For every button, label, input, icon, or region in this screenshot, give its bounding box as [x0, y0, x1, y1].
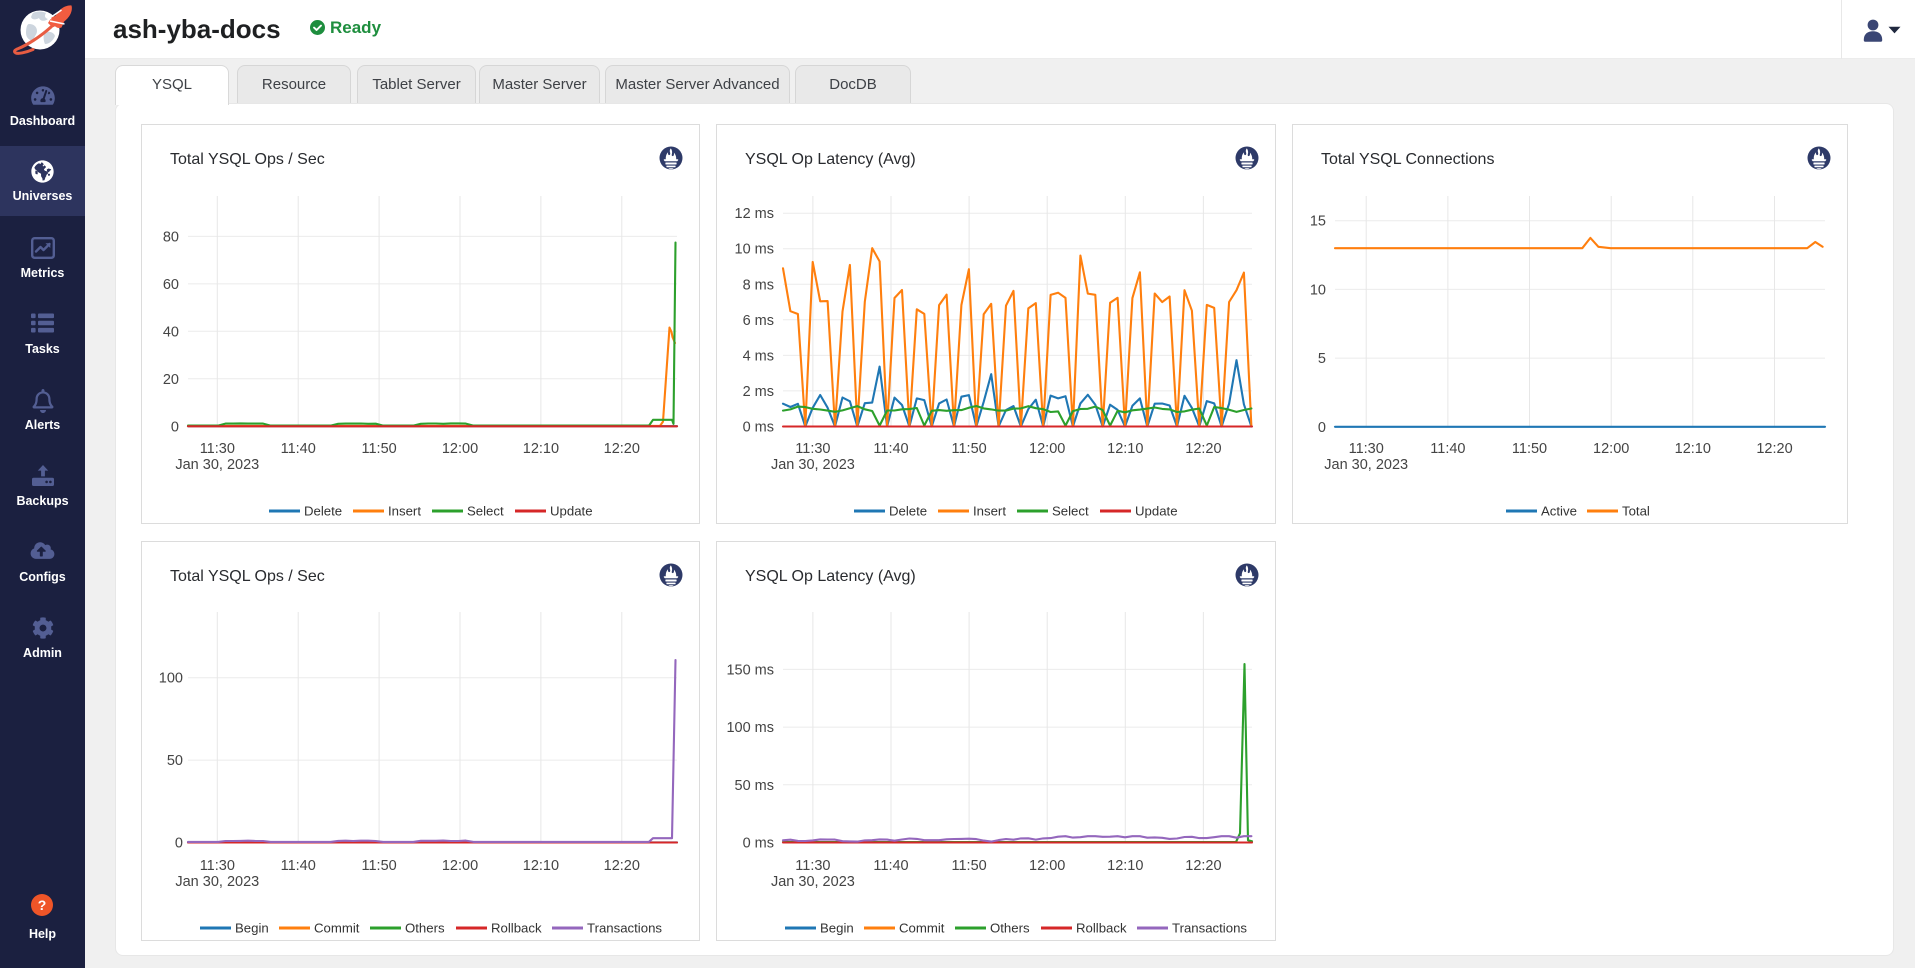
- svg-text:12:20: 12:20: [1756, 441, 1792, 457]
- svg-text:8 ms: 8 ms: [743, 277, 774, 293]
- svg-text:11:40: 11:40: [1430, 441, 1465, 457]
- svg-text:12:10: 12:10: [1107, 441, 1143, 457]
- svg-text:0 ms: 0 ms: [743, 836, 774, 852]
- svg-text:2 ms: 2 ms: [743, 384, 774, 400]
- svg-text:150 ms: 150 ms: [726, 662, 774, 678]
- svg-text:Insert: Insert: [973, 504, 1006, 519]
- svg-text:11:30: 11:30: [200, 441, 235, 457]
- svg-text:4 ms: 4 ms: [743, 348, 774, 364]
- svg-text:0: 0: [175, 836, 183, 852]
- svg-text:80: 80: [163, 229, 179, 245]
- svg-text:12:10: 12:10: [523, 858, 559, 874]
- svg-text:Transactions: Transactions: [587, 921, 662, 936]
- svg-text:Total: Total: [1622, 504, 1650, 519]
- svg-text:Others: Others: [990, 921, 1030, 936]
- svg-text:Select: Select: [467, 504, 504, 519]
- svg-text:?: ?: [38, 897, 47, 913]
- svg-text:Jan 30, 2023: Jan 30, 2023: [771, 457, 855, 473]
- svg-text:Delete: Delete: [304, 504, 342, 519]
- svg-text:11:40: 11:40: [281, 441, 316, 457]
- svg-text:60: 60: [163, 277, 179, 293]
- svg-text:6 ms: 6 ms: [743, 313, 774, 329]
- svg-text:11:50: 11:50: [361, 858, 396, 874]
- svg-text:11:50: 11:50: [1512, 441, 1547, 457]
- svg-text:Jan 30, 2023: Jan 30, 2023: [175, 874, 259, 890]
- svg-text:Begin: Begin: [820, 921, 854, 936]
- svg-text:12:20: 12:20: [604, 441, 640, 457]
- svg-text:Select: Select: [1052, 504, 1089, 519]
- svg-text:11:30: 11:30: [200, 858, 235, 874]
- svg-text:Update: Update: [550, 504, 593, 519]
- svg-text:Total YSQL Ops / Sec: Total YSQL Ops / Sec: [170, 568, 325, 585]
- svg-text:20: 20: [163, 372, 179, 388]
- svg-text:Total YSQL Ops / Sec: Total YSQL Ops / Sec: [170, 151, 325, 168]
- svg-text:50 ms: 50 ms: [735, 778, 775, 794]
- svg-text:10: 10: [1310, 282, 1326, 298]
- svg-text:0: 0: [1318, 420, 1326, 436]
- svg-text:Commit: Commit: [899, 921, 945, 936]
- svg-text:12:20: 12:20: [604, 858, 640, 874]
- svg-text:11:50: 11:50: [951, 441, 986, 457]
- svg-text:12:00: 12:00: [1593, 441, 1629, 457]
- svg-text:12:00: 12:00: [442, 441, 478, 457]
- svg-text:YSQL Op Latency (Avg): YSQL Op Latency (Avg): [745, 568, 916, 585]
- svg-text:12:10: 12:10: [523, 441, 559, 457]
- svg-text:12:00: 12:00: [442, 858, 478, 874]
- svg-text:11:30: 11:30: [1349, 441, 1384, 457]
- svg-text:Rollback: Rollback: [491, 921, 542, 936]
- svg-text:Insert: Insert: [388, 504, 421, 519]
- svg-text:Transactions: Transactions: [1172, 921, 1247, 936]
- svg-text:5: 5: [1318, 351, 1326, 367]
- svg-text:Commit: Commit: [314, 921, 360, 936]
- svg-text:12:10: 12:10: [1107, 858, 1143, 874]
- svg-text:Begin: Begin: [235, 921, 269, 936]
- svg-text:Jan 30, 2023: Jan 30, 2023: [771, 874, 855, 890]
- svg-text:11:40: 11:40: [873, 441, 908, 457]
- svg-text:11:30: 11:30: [795, 858, 830, 874]
- svg-text:100 ms: 100 ms: [726, 720, 774, 736]
- svg-text:50: 50: [167, 753, 183, 769]
- svg-text:Total YSQL Connections: Total YSQL Connections: [1321, 151, 1494, 168]
- svg-text:Jan 30, 2023: Jan 30, 2023: [1324, 457, 1408, 473]
- svg-text:0: 0: [171, 419, 179, 435]
- svg-text:40: 40: [163, 324, 179, 340]
- svg-text:100: 100: [159, 671, 183, 687]
- svg-text:0 ms: 0 ms: [743, 420, 774, 436]
- svg-text:10 ms: 10 ms: [735, 242, 775, 258]
- svg-text:12:10: 12:10: [1675, 441, 1711, 457]
- svg-text:12:20: 12:20: [1185, 858, 1221, 874]
- svg-text:11:50: 11:50: [361, 441, 396, 457]
- svg-text:Update: Update: [1135, 504, 1178, 519]
- svg-text:11:50: 11:50: [951, 858, 986, 874]
- svg-text:15: 15: [1310, 214, 1326, 230]
- svg-text:12:20: 12:20: [1185, 441, 1221, 457]
- svg-text:11:40: 11:40: [281, 858, 316, 874]
- svg-text:12:00: 12:00: [1029, 858, 1065, 874]
- svg-text:Jan 30, 2023: Jan 30, 2023: [175, 457, 259, 473]
- svg-text:Active: Active: [1541, 504, 1577, 519]
- svg-text:Others: Others: [405, 921, 445, 936]
- svg-text:12:00: 12:00: [1029, 441, 1065, 457]
- svg-text:11:40: 11:40: [873, 858, 908, 874]
- svg-text:11:30: 11:30: [795, 441, 830, 457]
- svg-text:YSQL Op Latency (Avg): YSQL Op Latency (Avg): [745, 151, 916, 168]
- svg-text:12 ms: 12 ms: [735, 206, 775, 222]
- svg-text:Delete: Delete: [889, 504, 927, 519]
- svg-text:Rollback: Rollback: [1076, 921, 1127, 936]
